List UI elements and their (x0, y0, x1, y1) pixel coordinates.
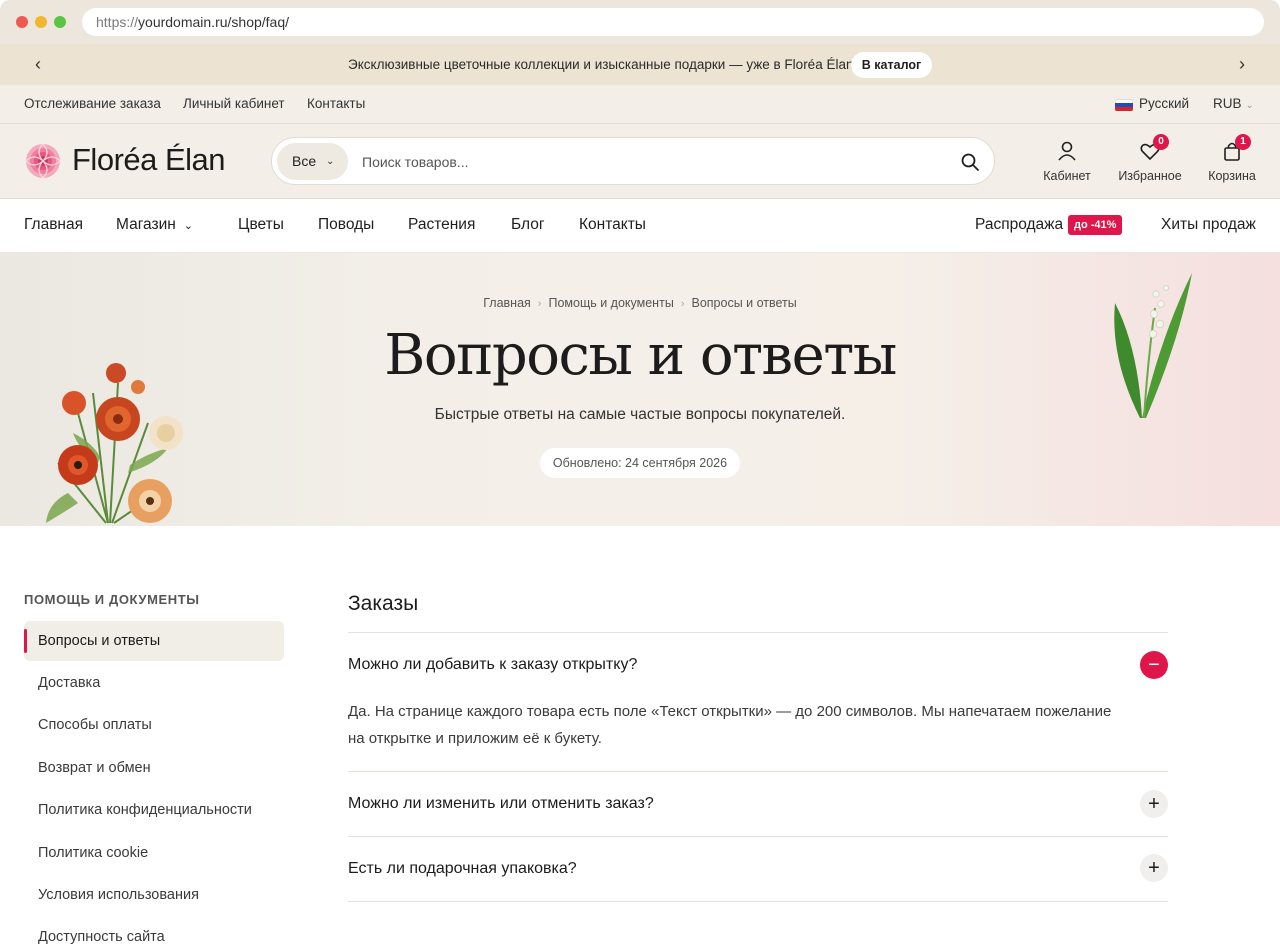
user-icon (1058, 141, 1076, 161)
url-scheme: https:// (96, 14, 139, 30)
nav-item-bestsellers[interactable]: Хиты продаж (1161, 216, 1256, 234)
faq-question-2[interactable]: Можно ли изменить или отменить заказ? (348, 795, 654, 813)
sidebar-item-returns[interactable]: Возврат и обмен (24, 748, 284, 788)
promo-prev-icon[interactable]: ‹ (26, 53, 50, 77)
lily-of-the-valley-illustration (1114, 273, 1192, 419)
chevron-down-icon: ⌄ (1245, 100, 1254, 111)
sidebar-item-privacy[interactable]: Политика конфиденциальности (24, 790, 284, 830)
breadcrumb-help[interactable]: Помощь и документы (548, 296, 673, 310)
promo-text: Эксклюзивные цветочные коллекции и изыск… (348, 57, 858, 72)
divider (348, 901, 1168, 902)
nav-item-contacts[interactable]: Контакты (579, 216, 646, 234)
sidebar-title: ПОМОЩЬ И ДОКУМЕНТЫ (24, 592, 200, 607)
address-bar[interactable]: https://yourdomain.ru/shop/faq/ (82, 8, 1264, 36)
cart-button[interactable]: 1 Корзина (1205, 134, 1259, 183)
utility-bar: Отслеживание заказа Личный кабинет Конта… (0, 85, 1280, 124)
nav-item-blog[interactable]: Блог (511, 216, 545, 234)
nav-item-plants[interactable]: Растения (408, 216, 475, 234)
breadcrumb: Главная › Помощь и документы › Вопросы и отв… (0, 296, 1280, 310)
cart-label: Корзина (1208, 169, 1256, 183)
currency-value: RUB (1213, 96, 1242, 111)
divider (348, 771, 1168, 772)
sidebar-item-cookie[interactable]: Политика cookie (24, 833, 284, 873)
cart-count-badge: 1 (1235, 134, 1251, 150)
hero-banner: Главная › Помощь и документы › Вопросы и отв… (0, 253, 1280, 526)
sidebar-item-terms[interactable]: Условия использования (24, 875, 284, 915)
currency-selector[interactable]: RUB ⌄ (1213, 96, 1254, 111)
account-label: Кабинет (1043, 169, 1091, 183)
sidebar-item-payment[interactable]: Способы оплаты (24, 705, 284, 745)
russian-flag-icon (1115, 99, 1133, 111)
divider (348, 632, 1168, 633)
contacts-link[interactable]: Контакты (307, 96, 365, 111)
updated-date-badge: Обновлено: 24 сентября 2026 (540, 448, 740, 478)
close-window-button[interactable] (16, 16, 28, 28)
nav-item-home[interactable]: Главная (24, 216, 83, 234)
chevron-right-icon: › (680, 298, 685, 310)
nav-item-sale[interactable]: Распродажа (975, 216, 1063, 234)
wishlist-button[interactable]: 0 Избранное (1115, 134, 1185, 183)
browser-chrome: https://yourdomain.ru/shop/faq/ (0, 0, 1280, 44)
sidebar-item-delivery[interactable]: Доставка (24, 663, 284, 703)
site-header: Floréa Élan Все ⌄ Кабинет 0 Избранное 1 К… (0, 124, 1280, 199)
faq-section-title: Заказы (348, 592, 419, 615)
collapse-icon[interactable]: − (1140, 651, 1168, 679)
maximize-window-button[interactable] (54, 16, 66, 28)
chevron-down-icon: ⌄ (183, 220, 194, 232)
search-input[interactable] (362, 150, 922, 174)
search-category-select[interactable]: Все ⌄ (277, 143, 348, 180)
breadcrumb-home[interactable]: Главная (483, 296, 531, 310)
minimize-window-button[interactable] (35, 16, 47, 28)
wishlist-count-badge: 0 (1153, 134, 1169, 150)
expand-icon[interactable]: + (1140, 790, 1168, 818)
sidebar-item-accessibility[interactable]: Доступность сайта (24, 917, 284, 945)
promo-bar: ‹ Эксклюзивные цветочные коллекции и изы… (0, 44, 1280, 85)
faq-question-1[interactable]: Можно ли добавить к заказу открытку? (348, 656, 637, 674)
catalog-button[interactable]: В каталог (851, 52, 932, 78)
page-title: Вопросы и ответы (384, 323, 897, 388)
nav-item-occasions[interactable]: Поводы (318, 216, 374, 234)
url-text: yourdomain.ru/shop/faq/ (138, 14, 290, 30)
page-subtitle: Быстрые ответы на самые частые вопросы п… (434, 406, 846, 423)
faq-question-3[interactable]: Есть ли подарочная упаковка? (348, 860, 577, 878)
expand-icon[interactable]: + (1140, 854, 1168, 882)
nav-item-shop-label: Магазин (116, 216, 176, 233)
divider (348, 836, 1168, 837)
language-selector[interactable]: Русский (1139, 96, 1189, 111)
order-tracking-link[interactable]: Отслеживание заказа (24, 96, 161, 111)
promo-next-icon[interactable]: › (1230, 53, 1254, 77)
rose-logo-icon (25, 143, 61, 179)
account-button[interactable]: Кабинет (1041, 140, 1093, 183)
brand-logo-text[interactable]: Floréa Élan (72, 142, 226, 178)
nav-item-shop[interactable]: Магазин ⌄ (116, 216, 193, 234)
faq-answer-1: Да. На странице каждого товара есть поле… (348, 703, 1112, 747)
search-category-value: Все (292, 153, 317, 169)
search-icon[interactable] (960, 152, 980, 172)
account-link[interactable]: Личный кабинет (183, 96, 285, 111)
sale-badge: до -41% (1068, 215, 1123, 235)
chevron-down-icon: ⌄ (326, 156, 335, 167)
main-nav: Главная Магазин ⌄ Цветы Поводы Растения Б… (0, 199, 1280, 253)
breadcrumb-current: Вопросы и ответы (691, 296, 797, 310)
sidebar-item-faq[interactable]: Вопросы и ответы (24, 621, 284, 661)
search-bar: Все ⌄ (271, 137, 995, 185)
wishlist-label: Избранное (1118, 169, 1182, 183)
chevron-right-icon: › (537, 298, 542, 310)
nav-item-flowers[interactable]: Цветы (238, 216, 284, 234)
